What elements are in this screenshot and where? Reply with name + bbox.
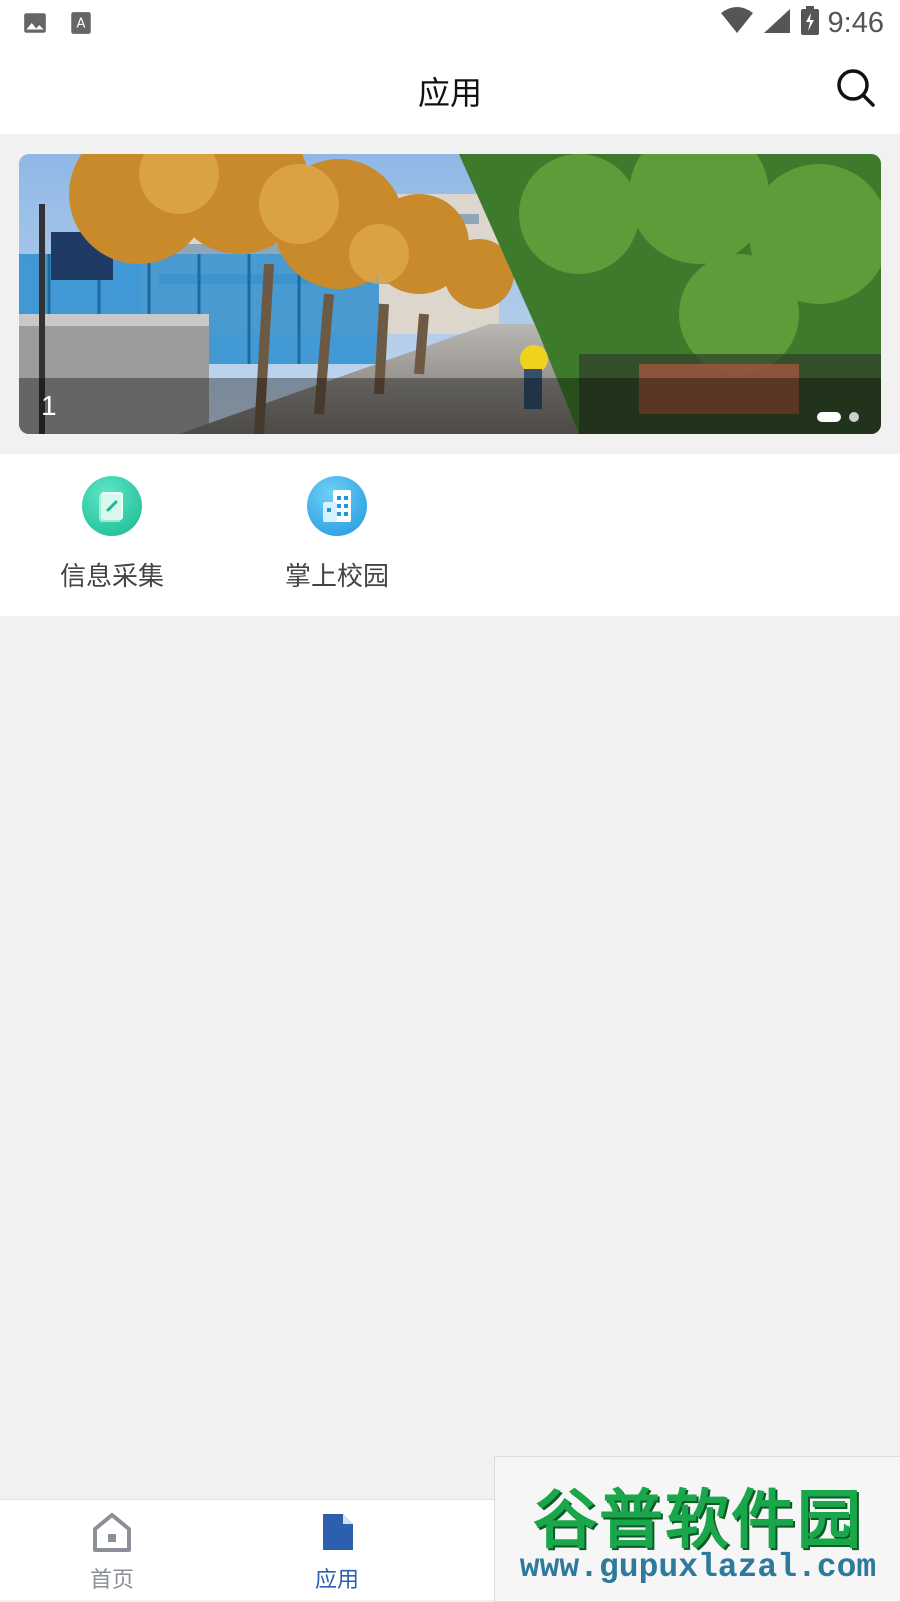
- search-button[interactable]: [836, 68, 876, 108]
- edit-document-icon: [82, 476, 142, 536]
- banner-carousel[interactable]: 1: [19, 154, 881, 434]
- page-title: 应用: [417, 74, 482, 112]
- nav-label-apps: 应用: [314, 1568, 359, 1593]
- battery-charging-icon: [800, 6, 820, 40]
- banner-index: 1: [41, 390, 57, 421]
- status-right: 9:46: [720, 6, 884, 40]
- banner-section: 1: [0, 134, 900, 454]
- app-label: 掌上校园: [284, 562, 389, 592]
- nav-item-apps[interactable]: 应用: [267, 1510, 407, 1594]
- font-download-icon: A: [68, 10, 94, 40]
- watermark-url: www.gupuxlazal.com: [519, 1549, 877, 1586]
- nav-item-home[interactable]: 首页: [42, 1510, 182, 1594]
- app-item-info-collection[interactable]: 信息采集: [32, 476, 192, 593]
- carousel-dot[interactable]: [849, 412, 859, 422]
- status-left-icons: A: [22, 10, 94, 40]
- buildings-icon: [307, 476, 367, 536]
- carousel-dots: [817, 412, 859, 422]
- svg-text:A: A: [77, 16, 86, 31]
- document-icon: [323, 1514, 353, 1550]
- signal-icon: [762, 7, 792, 39]
- status-time: 9:46: [827, 6, 884, 39]
- app-item-mobile-campus[interactable]: 掌上校园: [257, 476, 417, 593]
- watermark-overlay: 谷普软件园 www.gupuxlazal.com: [494, 1456, 900, 1602]
- status-bar: A 9:46: [0, 0, 900, 46]
- carousel-dot-active[interactable]: [817, 412, 841, 422]
- watermark-title: 谷普软件园: [533, 1484, 863, 1558]
- image-icon: [22, 10, 48, 40]
- app-bar: 应用: [0, 46, 900, 134]
- banner-caption-overlay: [19, 378, 881, 434]
- app-grid: 信息采集 掌上校园: [0, 454, 900, 616]
- search-icon: [837, 69, 875, 107]
- home-icon: [93, 1513, 131, 1552]
- app-label: 信息采集: [59, 562, 164, 592]
- wifi-icon: [720, 7, 754, 39]
- nav-label-home: 首页: [89, 1568, 134, 1593]
